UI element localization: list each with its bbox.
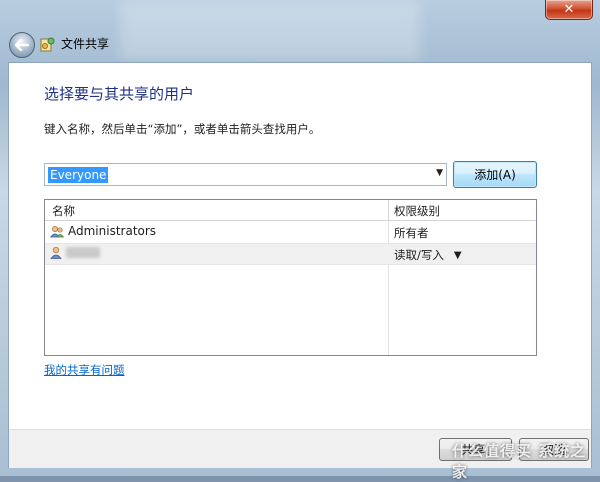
title-area: 文件共享 [40, 35, 109, 52]
file-share-icon [40, 37, 55, 51]
column-header-name[interactable]: 名称 [52, 203, 75, 219]
back-button[interactable] [9, 32, 35, 58]
window-frame: ✕ 文件共享 选择要与其共享的用户 键入名称，然后单击“添加”，或者单击箭头查找… [0, 0, 600, 481]
permission-label: 所有者 [394, 226, 429, 240]
row-name-cell: Administrators [50, 224, 156, 238]
row-permission[interactable]: 读取/写入 ▼ [394, 247, 462, 263]
table-row[interactable]: 读取/写入 ▼ [45, 243, 536, 265]
user-input-value[interactable]: Everyone [48, 166, 109, 183]
table-header: 名称 权限级别 [45, 200, 536, 221]
user-combobox[interactable]: Everyone ▼ [44, 163, 447, 186]
back-arrow-icon [15, 39, 29, 51]
close-icon: ✕ [563, 2, 575, 17]
user-icon [50, 246, 62, 259]
sharing-help-link[interactable]: 我的共享有问题 [44, 362, 125, 378]
content-pane: 选择要与其共享的用户 键入名称，然后单击“添加”，或者单击箭头查找用户。 Eve… [8, 62, 592, 468]
row-name: Administrators [68, 224, 157, 238]
row-permission: 所有者 [394, 225, 429, 241]
user-group-icon [50, 225, 64, 237]
page-heading: 选择要与其共享的用户 [44, 85, 195, 103]
dropdown-arrow-icon[interactable]: ▼ [436, 168, 443, 178]
header-separator [388, 200, 389, 220]
table-row[interactable]: Administrators 所有者 [45, 222, 536, 242]
window-title: 文件共享 [61, 37, 110, 51]
column-header-permission[interactable]: 权限级别 [394, 203, 440, 219]
instruction-text: 键入名称，然后单击“添加”，或者单击箭头查找用户。 [44, 122, 321, 136]
permission-label: 读取/写入 [394, 248, 444, 262]
row-name-cell [50, 246, 100, 259]
blurred-username [66, 247, 100, 258]
user-permission-table: 名称 权限级别 Administrators 所有者 读取/写入 ▼ [44, 199, 537, 356]
permission-dropdown-icon[interactable]: ▼ [454, 250, 462, 261]
close-button[interactable]: ✕ [545, 0, 593, 20]
add-button[interactable]: 添加(A) [453, 161, 537, 188]
